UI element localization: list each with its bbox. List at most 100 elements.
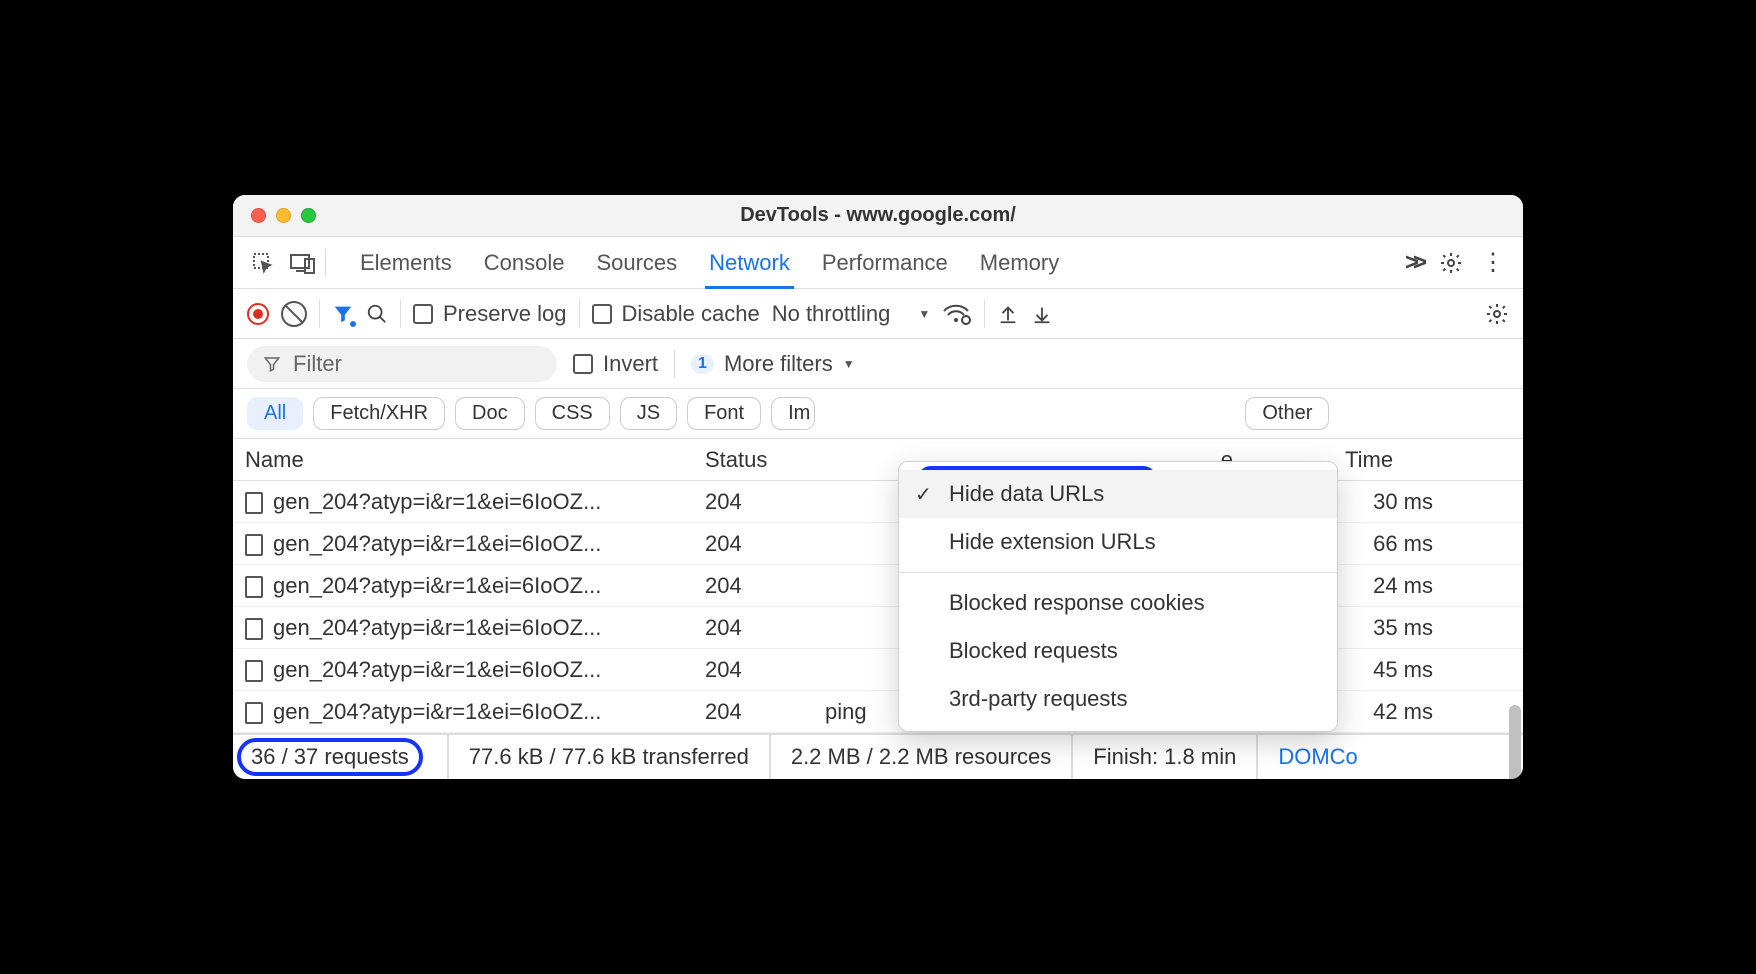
funnel-icon: [263, 355, 281, 373]
document-icon: [245, 534, 263, 556]
menu-hide-data-urls[interactable]: ✓ Hide data URLs: [899, 470, 1337, 518]
close-window-button[interactable]: [251, 208, 266, 223]
cell-status: 204: [693, 573, 813, 599]
document-icon: [245, 576, 263, 598]
caret-down-icon: ▼: [843, 357, 855, 371]
checkbox-icon: [413, 304, 433, 324]
filter-toggle-icon[interactable]: [332, 303, 354, 325]
kebab-menu-icon[interactable]: ⋮: [1481, 248, 1505, 277]
clear-button[interactable]: [281, 301, 307, 327]
disable-cache-checkbox[interactable]: Disable cache: [592, 301, 760, 327]
tab-performance[interactable]: Performance: [822, 237, 948, 289]
th-name[interactable]: Name: [233, 447, 693, 473]
invert-label: Invert: [603, 351, 658, 377]
checkbox-icon: [573, 354, 593, 374]
settings-icon[interactable]: [1439, 251, 1463, 275]
cell-name: gen_204?atyp=i&r=1&ei=6IoOZ...: [233, 573, 693, 599]
pill-js[interactable]: JS: [620, 397, 677, 430]
network-conditions-icon[interactable]: [942, 302, 972, 326]
tab-elements[interactable]: Elements: [360, 237, 452, 289]
check-icon: ✓: [915, 482, 932, 507]
pill-all[interactable]: All: [247, 397, 303, 430]
cell-status: 204: [693, 615, 813, 641]
pill-fetch-xhr[interactable]: Fetch/XHR: [313, 397, 445, 430]
cell-status: 204: [693, 531, 813, 557]
menu-blocked-requests[interactable]: Blocked requests: [899, 627, 1337, 675]
highlight-requests-count: 36 / 37 requests: [237, 738, 423, 776]
maximize-window-button[interactable]: [301, 208, 316, 223]
cell-time: 66 ms: [1333, 531, 1453, 557]
minimize-window-button[interactable]: [276, 208, 291, 223]
tab-sources[interactable]: Sources: [596, 237, 677, 289]
pill-css[interactable]: CSS: [535, 397, 610, 430]
divider: [319, 300, 320, 328]
throttling-label: No throttling: [772, 301, 891, 327]
invert-checkbox[interactable]: Invert: [573, 351, 658, 377]
cell-time: 42 ms: [1333, 699, 1453, 725]
scrollbar-thumb[interactable]: [1509, 705, 1521, 779]
window-title: DevTools - www.google.com/: [740, 204, 1016, 227]
titlebar: DevTools - www.google.com/: [233, 195, 1523, 237]
disable-cache-label: Disable cache: [622, 301, 760, 327]
throttling-select[interactable]: No throttling ▼: [772, 301, 931, 327]
tab-memory[interactable]: Memory: [980, 237, 1059, 289]
menu-label: Blocked requests: [949, 638, 1118, 664]
menu-3rd-party-requests[interactable]: 3rd-party requests: [899, 675, 1337, 723]
filter-count-badge: 1: [691, 354, 714, 374]
document-icon: [245, 618, 263, 640]
pill-img-cut[interactable]: Im: [771, 397, 815, 430]
pill-font[interactable]: Font: [687, 397, 761, 430]
status-bar: 36 / 37 requests 77.6 kB / 77.6 kB trans…: [233, 733, 1523, 779]
pill-doc[interactable]: Doc: [455, 397, 525, 430]
type-filter-row: All Fetch/XHR Doc CSS JS Font Im Other: [233, 389, 1523, 439]
menu-hide-extension-urls[interactable]: Hide extension URLs: [899, 518, 1337, 566]
traffic-lights: [251, 208, 316, 223]
filter-placeholder: Filter: [293, 351, 342, 377]
download-har-icon[interactable]: [1031, 303, 1053, 325]
filter-row: Filter Invert 1 More filters ▼: [233, 339, 1523, 389]
divider: [674, 350, 675, 378]
more-filters-button[interactable]: 1 More filters ▼: [691, 351, 855, 377]
divider: [400, 300, 401, 328]
network-settings-icon[interactable]: [1485, 302, 1509, 326]
cell-name: gen_204?atyp=i&r=1&ei=6IoOZ...: [233, 489, 693, 515]
menu-separator: [899, 572, 1337, 573]
device-toolbar-icon[interactable]: [285, 245, 321, 281]
menu-label: Blocked response cookies: [949, 590, 1205, 616]
cell-name: gen_204?atyp=i&r=1&ei=6IoOZ...: [233, 699, 693, 725]
more-tabs-icon[interactable]: >>: [1405, 249, 1421, 277]
menu-blocked-response-cookies[interactable]: Blocked response cookies: [899, 579, 1337, 627]
more-filters-dropdown: ✓ Hide data URLs Hide extension URLs Blo…: [898, 461, 1338, 732]
divider: [984, 300, 985, 328]
tab-console[interactable]: Console: [484, 237, 565, 289]
menu-label: 3rd-party requests: [949, 686, 1128, 712]
tab-network[interactable]: Network: [709, 237, 790, 289]
upload-har-icon[interactable]: [997, 303, 1019, 325]
status-requests: 36 / 37 requests: [233, 735, 449, 779]
devtools-window: DevTools - www.google.com/ Elements Cons…: [233, 195, 1523, 779]
preserve-log-checkbox[interactable]: Preserve log: [413, 301, 567, 327]
divider: [325, 249, 326, 277]
cell-name: gen_204?atyp=i&r=1&ei=6IoOZ...: [233, 531, 693, 557]
status-resources: 2.2 MB / 2.2 MB resources: [771, 735, 1073, 779]
preserve-log-label: Preserve log: [443, 301, 567, 327]
more-filters-label: More filters: [724, 351, 833, 377]
checkbox-icon: [592, 304, 612, 324]
status-domcontent: DOMCo: [1258, 735, 1365, 779]
record-button[interactable]: [247, 303, 269, 325]
cell-time: 30 ms: [1333, 489, 1453, 515]
menu-label: Hide data URLs: [949, 481, 1104, 507]
th-time[interactable]: Time: [1333, 447, 1453, 473]
inspect-element-icon[interactable]: [245, 245, 281, 281]
panel-tabs: Elements Console Sources Network Perform…: [360, 237, 1401, 289]
document-icon: [245, 702, 263, 724]
th-status[interactable]: Status: [693, 447, 813, 473]
search-icon[interactable]: [366, 303, 388, 325]
pill-other[interactable]: Other: [1245, 397, 1329, 430]
caret-down-icon: ▼: [918, 307, 930, 321]
cell-time: 45 ms: [1333, 657, 1453, 683]
status-transferred: 77.6 kB / 77.6 kB transferred: [449, 735, 771, 779]
tabbar: Elements Console Sources Network Perform…: [233, 237, 1523, 289]
menu-label: Hide extension URLs: [949, 529, 1156, 555]
filter-input[interactable]: Filter: [247, 346, 557, 382]
